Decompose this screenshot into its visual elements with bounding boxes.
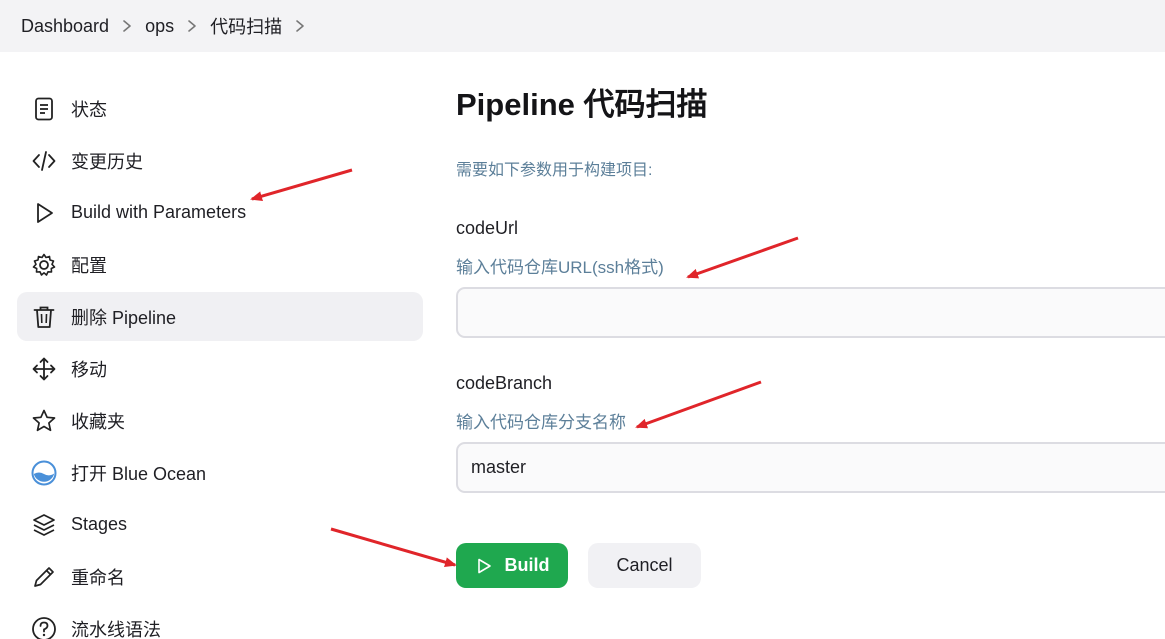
param-description-codeurl: 输入代码仓库URL(ssh格式): [456, 258, 664, 277]
document-icon: [31, 96, 57, 122]
sidebar-item-move[interactable]: 移动: [17, 344, 423, 393]
codebranch-input[interactable]: [456, 442, 1165, 493]
param-name-codeurl: codeUrl: [456, 218, 519, 238]
pencil-icon: [31, 564, 57, 590]
sidebar-item-configure[interactable]: 配置: [17, 240, 423, 289]
param-name-codebranch: codeBranch: [456, 373, 553, 393]
sidebar-item-build-with-parameters[interactable]: Build with Parameters: [17, 188, 423, 237]
trash-icon: [31, 304, 57, 330]
sidebar-item-label: 变更历史: [71, 151, 143, 172]
sidebar-item-label: 收藏夹: [71, 411, 125, 432]
breadcrumb-ops[interactable]: ops: [145, 16, 174, 37]
chevron-right-icon[interactable]: [109, 19, 145, 33]
sidebar-item-favorites[interactable]: 收藏夹: [17, 396, 423, 445]
build-button[interactable]: Build: [456, 543, 568, 588]
codeurl-input[interactable]: [456, 287, 1165, 338]
gear-icon: [31, 252, 57, 278]
sidebar-item-label: Build with Parameters: [71, 202, 247, 222]
sidebar-item-label: Stages: [71, 514, 128, 534]
chevron-right-icon[interactable]: [282, 19, 318, 33]
play-icon: [31, 200, 57, 226]
breadcrumb-dashboard[interactable]: Dashboard: [21, 16, 109, 37]
blue-ocean-icon: [31, 460, 57, 486]
build-button-label: Build: [504, 555, 550, 575]
main-content: Pipeline 代码扫描 需要如下参数用于构建项目: codeUrl 输入代码…: [456, 84, 1165, 588]
cancel-button-label: Cancel: [616, 555, 673, 575]
sidebar-item-label: 配置: [71, 255, 107, 276]
sidebar-item-label: 移动: [71, 359, 107, 380]
sidebar-item-label: 状态: [71, 99, 107, 120]
page-title: Pipeline 代码扫描: [456, 87, 708, 122]
parameters-intro: 需要如下参数用于构建项目:: [456, 162, 653, 179]
sidebar-item-blue-ocean[interactable]: 打开 Blue Ocean: [17, 448, 423, 497]
code-icon: [31, 148, 57, 174]
layers-icon: [31, 512, 57, 538]
sidebar-item-label: 重命名: [71, 567, 125, 588]
breadcrumb: Dashboard ops 代码扫描: [0, 0, 1165, 52]
breadcrumb-job[interactable]: 代码扫描: [210, 13, 282, 39]
sidebar-item-label: 流水线语法: [71, 619, 161, 639]
cancel-button[interactable]: Cancel: [588, 543, 701, 588]
play-icon: [477, 558, 491, 573]
chevron-right-icon[interactable]: [174, 19, 210, 33]
move-icon: [31, 356, 57, 382]
sidebar-item-stages[interactable]: Stages: [17, 500, 423, 549]
param-description-codebranch: 输入代码仓库分支名称: [456, 413, 626, 432]
sidebar: 状态 变更历史 Build with Parameters 配置 删除 Pipe…: [17, 84, 423, 639]
help-icon: [31, 616, 57, 639]
sidebar-item-pipeline-syntax[interactable]: 流水线语法: [17, 604, 423, 639]
star-icon: [31, 408, 57, 434]
sidebar-item-changes[interactable]: 变更历史: [17, 136, 423, 185]
sidebar-item-delete-pipeline[interactable]: 删除 Pipeline: [17, 292, 423, 341]
sidebar-item-label: 打开 Blue Ocean: [71, 463, 207, 484]
arrow-to-codebranch-description: [635, 380, 762, 429]
sidebar-item-status[interactable]: 状态: [17, 84, 423, 133]
sidebar-item-label: 删除 Pipeline: [71, 307, 177, 328]
arrow-to-codeurl-description: [686, 236, 799, 279]
sidebar-item-rename[interactable]: 重命名: [17, 552, 423, 601]
